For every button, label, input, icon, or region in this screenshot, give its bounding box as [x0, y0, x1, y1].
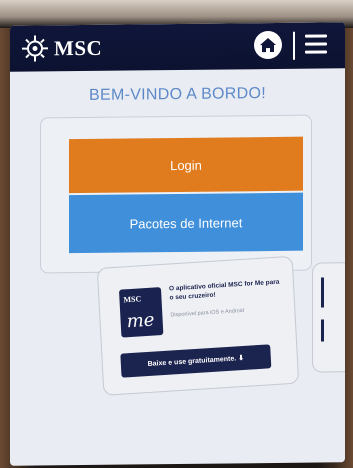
login-card: Login Pacotes de Internet — [40, 114, 312, 274]
compass-rose-icon — [22, 35, 48, 62]
menu-button[interactable] — [305, 34, 327, 54]
app-screen: MSC BEM-VINDO A BORDO! Login Pacotes de … — [10, 22, 345, 466]
nav-divider — [293, 31, 295, 60]
login-button[interactable]: Login — [69, 136, 303, 194]
download-app-button[interactable]: Baixe e use gratuitamente. ⬇ — [120, 344, 272, 378]
card-fragment — [321, 277, 324, 308]
app-promo-subtitle: Disponível para iOS e Android — [170, 307, 245, 319]
welcome-heading: BEM-VINDO A BORDO! — [89, 85, 266, 104]
home-icon — [260, 38, 276, 53]
app-promo-card: MSC me O aplicativo oficial MSC for Me p… — [96, 255, 300, 396]
internet-packages-button[interactable]: Pacotes de Internet — [69, 192, 303, 254]
hamburger-line — [305, 42, 327, 46]
app-logo-brand: MSC — [123, 294, 142, 305]
msc-for-me-logo: MSC me — [118, 287, 164, 338]
app-logo-me: me — [126, 309, 155, 333]
app-promo-title: O aplicativo oficial MSC for Me para o s… — [168, 278, 280, 302]
top-navbar: MSC — [10, 22, 345, 72]
next-promo-card[interactable] — [312, 262, 345, 373]
hamburger-line — [305, 50, 327, 54]
home-button[interactable] — [254, 30, 282, 60]
card-fragment — [321, 319, 324, 342]
brand-name: MSC — [54, 35, 103, 60]
hamburger-menu-icon — [305, 34, 327, 38]
brand-logo[interactable]: MSC — [20, 34, 102, 63]
